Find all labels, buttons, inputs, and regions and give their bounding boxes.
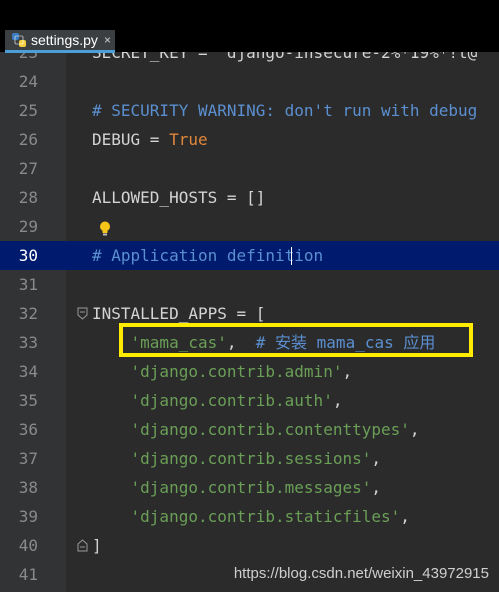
code-text: # SECURITY WARNING: don't run with debug [92, 96, 477, 125]
code-token: , [400, 507, 410, 526]
line-number: 29 [18, 217, 38, 236]
code-text: DEBUG = True [92, 125, 208, 154]
line-number: 35 [18, 391, 38, 410]
code-line-39[interactable]: 39 'django.contrib.staticfiles', [0, 502, 499, 531]
code-string: 'django.contrib.staticfiles' [92, 507, 401, 526]
code-line-38[interactable]: 38 'django.contrib.messages', [0, 473, 499, 502]
code-comment: # SECURITY WARNING: don't run with debug [92, 101, 478, 120]
fold-marker-icon[interactable] [77, 307, 88, 320]
python-file-icon [12, 33, 26, 47]
line-number: 38 [18, 478, 38, 497]
code-line-26[interactable]: 26 DEBUG = True [0, 125, 499, 154]
fold-marker-icon[interactable] [77, 539, 88, 552]
code-text: 'django.contrib.sessions', [92, 444, 381, 473]
line-number: 37 [18, 449, 38, 468]
line-number: 28 [18, 188, 38, 207]
code-text: 'django.contrib.messages', [92, 473, 381, 502]
tab-settings-py[interactable]: settings.py × [5, 30, 115, 53]
code-string: 'django.contrib.admin' [92, 362, 343, 381]
code-line-25[interactable]: 25 # SECURITY WARNING: don't run with deb… [0, 96, 499, 125]
code-token: ALLOWED_HOSTS = [] [92, 188, 266, 207]
code-line-27[interactable]: 27 [0, 154, 499, 183]
code-line-36[interactable]: 36 'django.contrib.contenttypes', [0, 415, 499, 444]
code-line-34[interactable]: 34 'django.contrib.admin', [0, 357, 499, 386]
line-number: 25 [18, 101, 38, 120]
code-token: INSTALLED_APPS = [ [92, 304, 266, 323]
code-text: 'django.contrib.admin', [92, 357, 353, 386]
lightbulb-icon[interactable] [99, 221, 111, 237]
line-number: 26 [18, 130, 38, 149]
line-number: 39 [18, 507, 38, 526]
code-token: , [332, 391, 343, 410]
code-text: 'django.contrib.staticfiles', [92, 502, 410, 531]
line-number: 33 [18, 333, 38, 352]
code-text: ALLOWED_HOSTS = [] [92, 183, 265, 212]
code-keyword: True [169, 130, 208, 149]
close-icon[interactable]: × [104, 33, 111, 47]
code-line-40[interactable]: 40] [0, 531, 499, 560]
code-string: 'django.contrib.sessions' [92, 449, 372, 468]
line-number: 30 [0, 241, 38, 270]
code-token: DEBUG = [92, 130, 170, 149]
tab-filename: settings.py [31, 32, 98, 48]
code-string: 'django.contrib.messages' [92, 478, 372, 497]
code-text: 'django.contrib.auth', [92, 386, 343, 415]
code-line-29[interactable]: 29 [0, 212, 499, 241]
line-number: 31 [18, 275, 38, 294]
text-cursor [291, 247, 292, 265]
code-string: 'django.contrib.contenttypes' [92, 420, 410, 439]
code-token: , [342, 362, 353, 381]
watermark-text: https://blog.csdn.net/weixin_43972915 [233, 565, 489, 582]
code-token: , [371, 478, 381, 497]
code-token: ] [92, 536, 102, 555]
line-number: 24 [18, 72, 38, 91]
code-line-28[interactable]: 28 ALLOWED_HOSTS = [] [0, 183, 499, 212]
editor-tab-bar: settings.py × [0, 0, 499, 53]
code-string: 'django.contrib.auth' [92, 391, 333, 410]
code-text: ] [92, 531, 102, 560]
code-comment: # Application definition [92, 246, 324, 265]
code-line-35[interactable]: 35 'django.contrib.auth', [0, 386, 499, 415]
code-line-30[interactable]: 30 # Application definition [0, 241, 499, 270]
code-line-37[interactable]: 37 'django.contrib.sessions', [0, 444, 499, 473]
line-number: 36 [18, 420, 38, 439]
line-number: 27 [18, 159, 38, 178]
line-number: 32 [18, 304, 38, 323]
code-token: , [409, 420, 420, 439]
code-line-24[interactable]: 24 [0, 67, 499, 96]
code-editor[interactable]: 23SECRET_KEY = 'django-insecure-2%*19%*!… [0, 0, 499, 592]
code-text: # Application definition [92, 241, 323, 270]
code-line-31[interactable]: 31 [0, 270, 499, 299]
line-number: 34 [18, 362, 38, 381]
line-number: 41 [18, 565, 38, 584]
code-token: , [371, 449, 381, 468]
annotation-highlight-box [119, 323, 473, 357]
code-text: 'django.contrib.contenttypes', [92, 415, 420, 444]
line-number: 40 [18, 536, 38, 555]
